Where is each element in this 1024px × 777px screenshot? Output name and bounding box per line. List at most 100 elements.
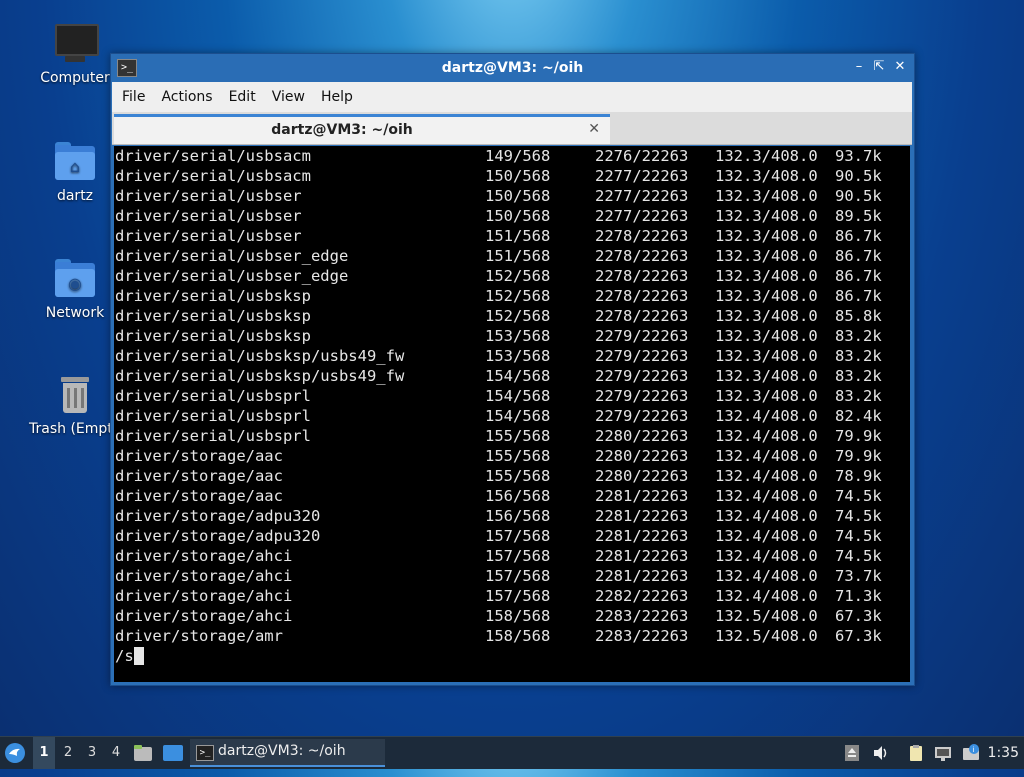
- clock[interactable]: 1:35: [988, 737, 1019, 769]
- terminal-line: driver/serial/usbsksp 153/568 2279/22263 13…: [114, 326, 910, 346]
- row-path: driver/serial/usbser: [115, 187, 302, 205]
- terminal-line: driver/serial/usbsprl 155/568 2280/22263 13…: [114, 426, 910, 446]
- row-path: driver/storage/ahci: [115, 567, 293, 585]
- row-speed: 74.5k: [835, 487, 882, 505]
- row-size: 132.4/408.0: [715, 547, 818, 565]
- row-blocks: 2280/22263: [595, 427, 689, 445]
- row-speed: 73.7k: [835, 567, 882, 585]
- terminal-line: driver/serial/usbsacm 150/568 2277/22263 13…: [114, 166, 910, 186]
- row-speed: 74.5k: [835, 527, 882, 545]
- row-blocks: 2279/22263: [595, 327, 689, 345]
- file-manager-icon: [134, 745, 152, 761]
- row-blocks: 2283/22263: [595, 627, 689, 645]
- row-speed: 86.7k: [835, 247, 882, 265]
- terminal-prompt[interactable]: /s: [114, 646, 910, 666]
- terminal-line: driver/storage/ahci 157/568 2281/22263 132.…: [114, 566, 910, 586]
- taskbar-task-label: dartz@VM3: ~/oih: [218, 743, 346, 759]
- terminal-output[interactable]: driver/serial/usbsacm 149/568 2276/22263 13…: [114, 146, 910, 682]
- row-size: 132.3/408.0: [715, 187, 818, 205]
- notification-icon[interactable]: i: [962, 744, 980, 762]
- row-files: 154/568: [485, 367, 551, 385]
- row-blocks: 2277/22263: [595, 167, 689, 185]
- terminal-tab[interactable]: dartz@VM3: ~/oih ✕: [114, 114, 610, 144]
- terminal-line: driver/storage/amr 158/568 2283/22263 132.5…: [114, 626, 910, 646]
- row-size: 132.3/408.0: [715, 347, 818, 365]
- terminal-line: driver/serial/usbser 150/568 2277/22263 132…: [114, 206, 910, 226]
- terminal-line: driver/storage/aac 156/568 2281/22263 132.4…: [114, 486, 910, 506]
- tab-close-icon[interactable]: ✕: [588, 121, 600, 137]
- row-files: 151/568: [485, 247, 551, 265]
- taskbar-terminal-button[interactable]: >_ dartz@VM3: ~/oih: [190, 739, 385, 767]
- menu-edit[interactable]: Edit: [219, 82, 262, 112]
- maximize-icon[interactable]: ⇱: [871, 59, 887, 75]
- row-path: driver/serial/usbsprl: [115, 407, 311, 425]
- row-files: 154/568: [485, 387, 551, 405]
- terminal-line: driver/storage/adpu320 157/568 2281/22263 1…: [114, 526, 910, 546]
- row-path: driver/storage/ahci: [115, 607, 293, 625]
- workspace-3[interactable]: 3: [81, 737, 103, 769]
- row-size: 132.4/408.0: [715, 527, 818, 545]
- menu-actions[interactable]: Actions: [151, 82, 218, 112]
- row-size: 132.3/408.0: [715, 327, 818, 345]
- row-size: 132.4/408.0: [715, 407, 818, 425]
- row-path: driver/serial/usbsksp/usbs49_fw: [115, 347, 405, 365]
- menu-file[interactable]: File: [112, 82, 151, 112]
- row-path: driver/serial/usbser_edge: [115, 267, 349, 285]
- row-size: 132.5/408.0: [715, 627, 818, 645]
- workspace-2[interactable]: 2: [57, 737, 79, 769]
- row-speed: 89.5k: [835, 207, 882, 225]
- row-files: 152/568: [485, 287, 551, 305]
- row-files: 153/568: [485, 327, 551, 345]
- row-blocks: 2278/22263: [595, 307, 689, 325]
- volume-icon[interactable]: [872, 744, 890, 762]
- terminal-icon: >_: [196, 745, 214, 761]
- row-files: 155/568: [485, 447, 551, 465]
- row-speed: 67.3k: [835, 607, 882, 625]
- row-files: 154/568: [485, 407, 551, 425]
- terminal-rows: driver/serial/usbsacm 149/568 2276/22263 13…: [114, 146, 910, 646]
- row-speed: 86.7k: [835, 287, 882, 305]
- row-path: driver/serial/usbsacm: [115, 147, 311, 165]
- row-speed: 85.8k: [835, 307, 882, 325]
- row-blocks: 2281/22263: [595, 547, 689, 565]
- terminal-line: driver/serial/usbser 151/568 2278/22263 132…: [114, 226, 910, 246]
- row-path: driver/storage/aac: [115, 447, 283, 465]
- row-size: 132.3/408.0: [715, 207, 818, 225]
- row-files: 157/568: [485, 567, 551, 585]
- row-files: 149/568: [485, 147, 551, 165]
- row-blocks: 2281/22263: [595, 567, 689, 585]
- terminal-line: driver/storage/ahci 158/568 2283/22263 132.…: [114, 606, 910, 626]
- window-title: dartz@VM3: ~/oih: [441, 60, 584, 76]
- window-titlebar[interactable]: >_ dartz@VM3: ~/oih – ⇱ ✕: [111, 54, 914, 82]
- row-files: 150/568: [485, 187, 551, 205]
- row-speed: 82.4k: [835, 407, 882, 425]
- menu-help[interactable]: Help: [311, 82, 359, 112]
- upload-icon[interactable]: [843, 744, 861, 762]
- tab-bar: dartz@VM3: ~/oih ✕: [112, 112, 912, 145]
- row-path: driver/storage/aac: [115, 467, 283, 485]
- app-menu-button[interactable]: [4, 737, 28, 769]
- row-blocks: 2277/22263: [595, 207, 689, 225]
- desktop-icon: [163, 745, 183, 761]
- minimize-icon[interactable]: –: [851, 59, 867, 75]
- workspace-4[interactable]: 4: [105, 737, 127, 769]
- workspace-1[interactable]: 1: [33, 737, 55, 769]
- row-size: 132.3/408.0: [715, 147, 818, 165]
- file-manager-launcher[interactable]: [133, 737, 153, 769]
- app-menu-icon: [5, 743, 25, 763]
- terminal-line: driver/serial/usbsksp/usbs49_fw 154/568 22…: [114, 366, 910, 386]
- terminal-line: driver/storage/adpu320 156/568 2281/22263 1…: [114, 506, 910, 526]
- show-desktop-button[interactable]: [162, 737, 184, 769]
- row-blocks: 2280/22263: [595, 467, 689, 485]
- row-size: 132.3/408.0: [715, 167, 818, 185]
- row-blocks: 2281/22263: [595, 527, 689, 545]
- row-files: 152/568: [485, 267, 551, 285]
- close-icon[interactable]: ✕: [892, 59, 908, 75]
- menu-view[interactable]: View: [262, 82, 311, 112]
- row-speed: 90.5k: [835, 187, 882, 205]
- network-icon[interactable]: [934, 744, 952, 762]
- row-size: 132.3/408.0: [715, 227, 818, 245]
- terminal-line: driver/serial/usbsprl 154/568 2279/22263 13…: [114, 406, 910, 426]
- clipboard-icon[interactable]: [907, 744, 925, 762]
- row-size: 132.3/408.0: [715, 287, 818, 305]
